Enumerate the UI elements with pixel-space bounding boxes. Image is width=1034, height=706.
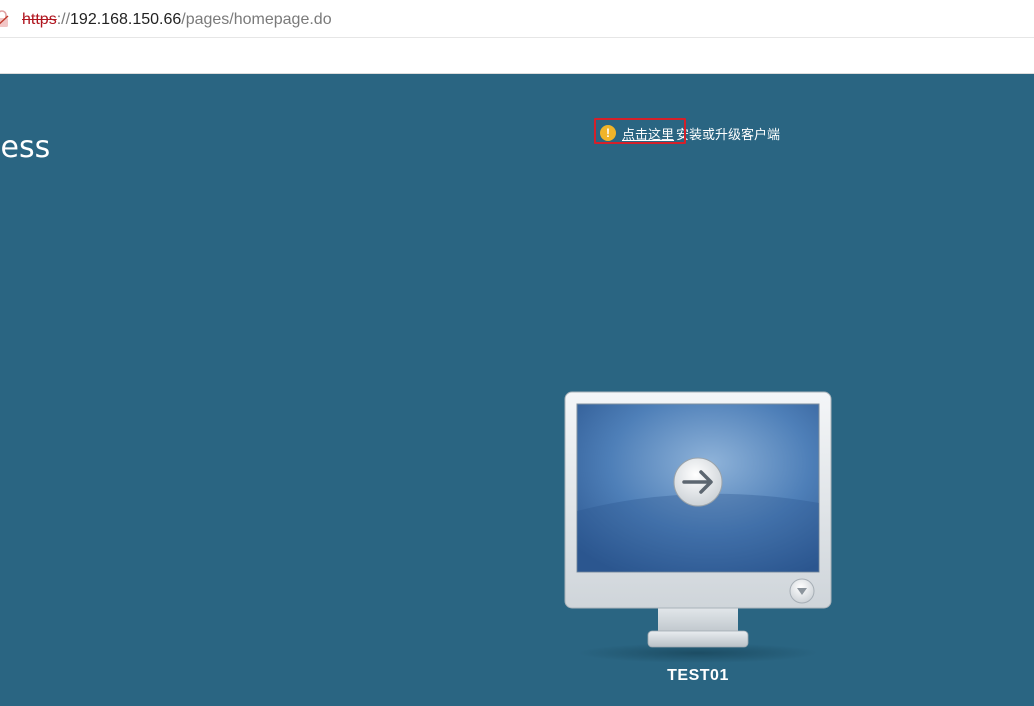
page-title: cess: [0, 130, 51, 165]
desktop-item[interactable]: TEST01: [564, 391, 832, 691]
notice-text: 安装或升级客户端: [676, 126, 781, 142]
main-content: cess ! 点击这里 安装或升级客户端: [0, 75, 1034, 706]
desktop-name[interactable]: TEST01: [564, 667, 832, 685]
monitor-icon[interactable]: [564, 391, 832, 663]
url-text[interactable]: https://192.168.150.66/pages/homepage.do: [22, 10, 332, 30]
url-scheme: https: [22, 11, 57, 28]
address-bar[interactable]: https://192.168.150.66/pages/homepage.do: [0, 0, 1034, 38]
url-path: /pages/homepage.do: [181, 11, 332, 28]
client-install-notice: ! 点击这里 安装或升级客户端: [594, 118, 781, 144]
insecure-lock-icon[interactable]: [0, 10, 10, 28]
browser-toolbar-strip: [0, 38, 1034, 74]
notice-highlight-box: [594, 118, 686, 144]
url-separator: ://: [56, 11, 71, 28]
url-host: 192.168.150.66: [70, 11, 182, 28]
